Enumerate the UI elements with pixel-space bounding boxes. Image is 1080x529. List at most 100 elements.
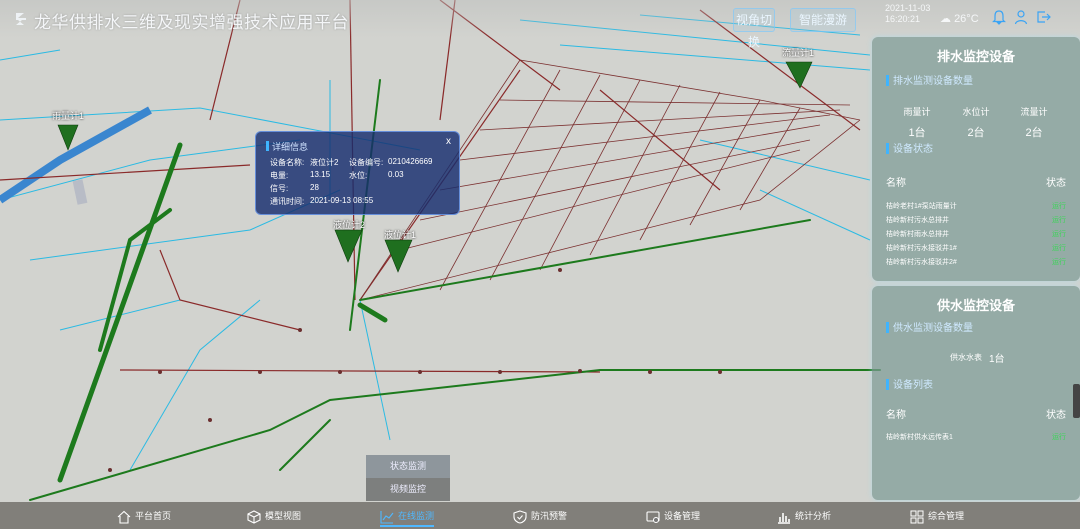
list-item[interactable]: 桔岭新村污水总排井 运行 xyxy=(886,215,1066,227)
status-badge: 运行 xyxy=(1052,245,1066,252)
list-item[interactable]: 桔岭老村1#泵站雨量计 运行 xyxy=(886,201,1066,213)
nav-label: 平台首页 xyxy=(135,511,172,521)
popup-title: 详细信息 xyxy=(266,140,308,153)
submenu-status-monitor[interactable]: 状态监测 xyxy=(366,455,450,478)
nav-online-monitor[interactable]: 在线监测 xyxy=(380,507,435,527)
level-gauge-1-marker-label[interactable]: 液位计1 xyxy=(384,228,416,241)
monitor-submenu: 状态监测 视频监控 xyxy=(366,455,450,501)
drainage-status-section-label: 设备状态 xyxy=(893,144,933,155)
level-gauge-2-marker-label[interactable]: 液位计2 xyxy=(333,218,365,231)
chart-line-icon xyxy=(380,510,394,524)
cube-icon xyxy=(247,510,261,524)
status-badge: 运行 xyxy=(1052,231,1066,238)
weather: ☁ 26°C xyxy=(940,12,979,25)
nav-model-view[interactable]: 模型视图 xyxy=(247,507,301,525)
popup-label-level: 水位: xyxy=(349,171,368,180)
popup-value-signal: 28 xyxy=(310,183,319,192)
nav-flood-warning[interactable]: 防汛预警 xyxy=(513,507,567,525)
rain-gauge-marker-label[interactable]: 雨量计1 xyxy=(52,109,84,122)
device-icon xyxy=(646,511,660,523)
grid-icon xyxy=(910,510,924,524)
nav-label: 综合管理 xyxy=(928,511,965,521)
col-header-status: 状态 xyxy=(1046,178,1066,189)
close-icon[interactable]: x xyxy=(446,136,451,147)
bell-icon[interactable] xyxy=(991,9,1007,25)
submenu-video-monitor[interactable]: 视频监控 xyxy=(366,478,450,501)
list-item[interactable]: 桔岭新村供水远传表1 运行 xyxy=(886,432,1066,444)
stat-label: 水位计 xyxy=(962,107,990,117)
stat-rain-gauge: 雨量计 1台 xyxy=(892,105,942,140)
drainage-status-section: 设备状态 xyxy=(886,140,933,155)
popup-label-comm-time: 通讯时间: xyxy=(270,197,305,206)
list-item[interactable]: 桔岭新村污水接驳井2# 运行 xyxy=(886,257,1066,269)
shield-icon xyxy=(513,510,527,524)
stat-water-level: 水位计 2台 xyxy=(951,105,1001,140)
col-header-status: 状态 xyxy=(1046,410,1066,421)
nav-label: 模型视图 xyxy=(265,511,302,521)
nav-label: 统计分析 xyxy=(795,511,832,521)
popup-value-battery: 13.15 xyxy=(310,170,331,179)
device-name: 桔岭新村污水总排井 xyxy=(886,217,949,224)
nav-label: 在线监测 xyxy=(398,511,435,521)
popup-label-name: 设备名称: xyxy=(270,158,305,167)
status-badge: 运行 xyxy=(1052,259,1066,266)
date-text: 2021-11-03 xyxy=(885,3,931,13)
nav-home[interactable]: 平台首页 xyxy=(117,507,171,525)
col-header-name: 名称 xyxy=(886,410,906,421)
drainage-monitor-panel: 排水监控设备 排水监测设备数量 雨量计 1台 水位计 2台 流量计 2台 设备状态 名… xyxy=(872,37,1080,281)
stat-value: 1台 xyxy=(908,127,926,139)
device-name: 桔岭新村污水接驳井2# xyxy=(886,259,957,266)
popup-value-comm-time: 2021-09-13 08:55 xyxy=(310,196,374,205)
popup-title-text: 详细信息 xyxy=(272,142,309,152)
device-name: 桔岭新村雨水总排井 xyxy=(886,231,949,238)
popup-label-id: 设备编号: xyxy=(349,158,384,167)
nav-device-manage[interactable]: 设备管理 xyxy=(646,507,700,525)
nav-statistics[interactable]: 统计分析 xyxy=(777,507,831,525)
popup-value-id: 0210426669 xyxy=(388,157,433,166)
drainage-count-section-label: 排水监测设备数量 xyxy=(893,76,973,87)
list-item[interactable]: 桔岭新村雨水总排井 运行 xyxy=(886,229,1066,241)
device-detail-popup: 详细信息 x 设备名称: 液位计2 设备编号: 0210426669 电量: 1… xyxy=(255,131,460,215)
drainage-count-section: 排水监测设备数量 xyxy=(886,72,973,87)
device-name: 桔岭新村供水远传表1 xyxy=(886,434,953,441)
popup-value-level: 0.03 xyxy=(388,170,404,179)
bar-chart-icon xyxy=(778,512,790,524)
supply-panel-title: 供水监控设备 xyxy=(936,298,1015,313)
status-badge: 运行 xyxy=(1052,217,1066,224)
app-logo-icon xyxy=(16,13,26,25)
panel-collapse-handle[interactable] xyxy=(1073,384,1080,418)
nav-label: 设备管理 xyxy=(664,511,701,521)
supply-list-section-label: 设备列表 xyxy=(893,380,933,391)
view-switch-button[interactable]: 视角切换 xyxy=(733,8,775,49)
home-icon xyxy=(117,510,131,524)
col-header-name: 名称 xyxy=(886,178,906,189)
smart-roam-button[interactable]: 智能漫游 xyxy=(790,8,856,32)
popup-title-bar xyxy=(266,141,269,151)
drainage-panel-title: 排水监控设备 xyxy=(936,49,1015,64)
logout-icon[interactable] xyxy=(1035,9,1051,25)
device-name: 桔岭老村1#泵站雨量计 xyxy=(886,203,957,210)
stat-value: 2台 xyxy=(1025,127,1043,139)
date-time: 2021-11-03 16:20:21 xyxy=(885,3,930,25)
nav-general-manage[interactable]: 综合管理 xyxy=(910,507,964,525)
supply-count-section: 供水监测设备数量 xyxy=(886,319,973,334)
time-text: 16:20:21 xyxy=(885,14,921,24)
stat-flow-meter: 流量计 2台 xyxy=(1009,105,1059,140)
flow-meter-marker-label[interactable]: 流量计1 xyxy=(782,46,814,59)
stat-label: 流量计 xyxy=(1020,107,1048,117)
app-title: 龙华供排水三维及现实增强技术应用平台 xyxy=(34,13,349,32)
temperature-text: 26°C xyxy=(954,13,979,25)
supply-count-section-label: 供水监测设备数量 xyxy=(893,323,973,334)
list-item[interactable]: 桔岭新村污水接驳井1# 运行 xyxy=(886,243,1066,255)
supply-meter-label: 供水水表 xyxy=(950,353,982,362)
status-badge: 运行 xyxy=(1052,434,1066,441)
status-badge: 运行 xyxy=(1052,203,1066,210)
supply-list-section: 设备列表 xyxy=(886,376,933,391)
cloud-icon: ☁ xyxy=(940,13,951,25)
supply-meter-count: 1台 xyxy=(989,354,1005,365)
user-icon[interactable] xyxy=(1013,9,1029,25)
popup-label-battery: 电量: xyxy=(270,171,289,180)
popup-value-name: 液位计2 xyxy=(310,158,339,167)
device-name: 桔岭新村污水接驳井1# xyxy=(886,245,957,252)
stat-value: 2台 xyxy=(967,127,985,139)
